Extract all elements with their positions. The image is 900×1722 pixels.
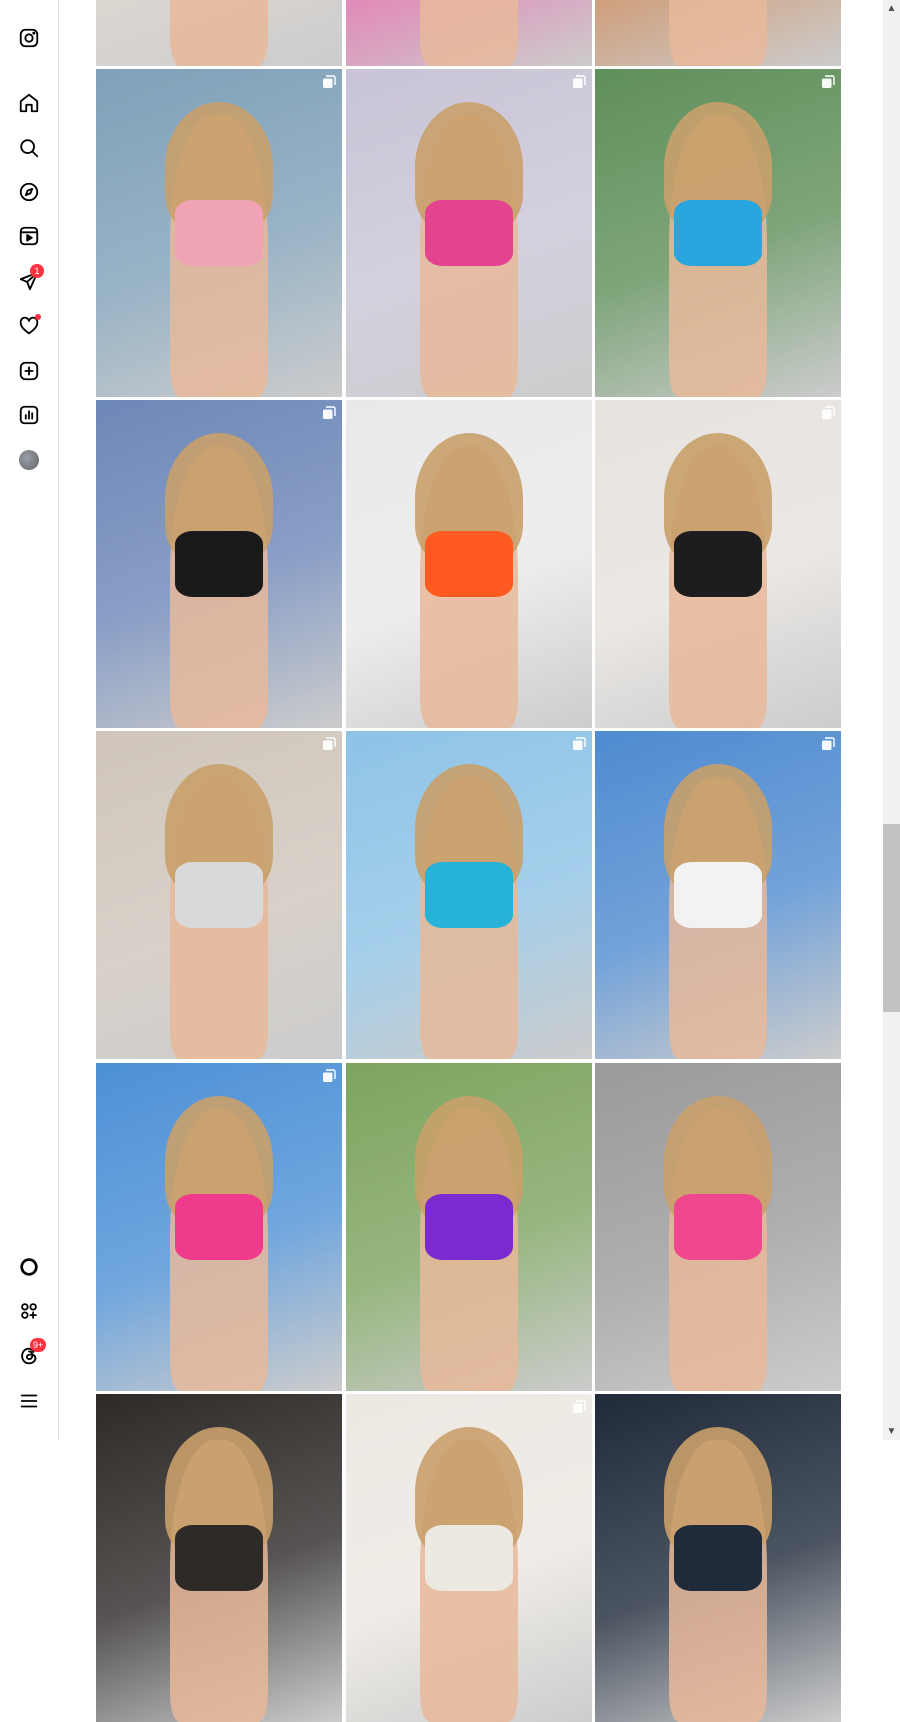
carousel-icon [572,737,586,751]
carousel-icon [322,737,336,751]
messages-badge: 1 [30,264,44,278]
home-icon[interactable] [14,88,44,118]
post-subject-outfit [424,1525,514,1591]
profile-avatar[interactable] [14,445,44,475]
post-subject-outfit [673,862,763,928]
post-thumbnail[interactable] [595,1063,841,1391]
post-subject [169,0,269,66]
post-thumbnail[interactable] [346,1063,592,1391]
notifications-heart-icon[interactable] [14,311,44,341]
post-subject-outfit [424,862,514,928]
scroll-down-arrow[interactable]: ▼ [883,1423,900,1440]
post-thumbnail[interactable] [346,400,592,728]
more-menu-icon[interactable] [14,1386,44,1416]
create-icon[interactable] [14,356,44,386]
carousel-icon [572,1400,586,1414]
scrollbar[interactable]: ▲ ▼ [883,0,900,1440]
post-subject-outfit [673,1525,763,1591]
carousel-icon [322,1069,336,1083]
search-icon[interactable] [14,133,44,163]
threads-badge: 9+ [30,1338,47,1352]
post-thumbnail[interactable] [346,1394,592,1722]
post-thumbnail[interactable] [346,731,592,1059]
post-subject-outfit [673,1194,763,1260]
post-subject-outfit [174,862,264,928]
post-thumbnail[interactable] [96,69,342,397]
post-subject-outfit [424,200,514,266]
post-subject-outfit [424,1194,514,1260]
post-thumbnail[interactable] [96,731,342,1059]
threads-icon[interactable]: 9+ [14,1338,47,1371]
explore-compass-icon[interactable] [14,177,44,207]
notification-dot [35,314,41,320]
scroll-thumb[interactable] [883,824,900,1012]
messages-icon[interactable]: 1 [14,264,44,296]
post-thumbnail[interactable] [96,400,342,728]
post-thumbnail[interactable] [96,1063,342,1391]
post-subject-outfit [174,1525,264,1591]
carousel-icon [821,75,835,89]
reels-icon[interactable] [14,221,44,251]
post-subject-outfit [673,200,763,266]
post-subject-outfit [174,531,264,597]
carousel-icon [322,406,336,420]
post-thumbnail[interactable] [96,0,342,66]
also-from-meta-icon[interactable] [14,1296,44,1326]
post-thumbnail[interactable] [595,69,841,397]
avatar [19,450,39,470]
post-thumbnail[interactable] [346,69,592,397]
dashboard-icon[interactable] [14,400,44,430]
carousel-icon [821,737,835,751]
post-thumbnail[interactable] [595,1394,841,1722]
instagram-logo-icon[interactable] [14,23,44,53]
post-subject [419,0,519,66]
post-thumbnail[interactable] [96,1394,342,1722]
post-subject-outfit [673,531,763,597]
post-subject-outfit [174,1194,264,1260]
post-thumbnail[interactable] [595,0,841,66]
post-subject-outfit [424,531,514,597]
carousel-icon [322,75,336,89]
post-subject [668,0,768,66]
post-thumbnail[interactable] [346,0,592,66]
post-thumbnail[interactable] [595,400,841,728]
carousel-icon [821,406,835,420]
post-thumbnail[interactable] [595,731,841,1059]
post-subject-outfit [174,200,264,266]
carousel-icon [572,75,586,89]
meta-ai-icon[interactable] [14,1252,44,1282]
scroll-up-arrow[interactable]: ▲ [883,0,900,17]
sidebar-nav: 1 9+ [0,0,59,1440]
